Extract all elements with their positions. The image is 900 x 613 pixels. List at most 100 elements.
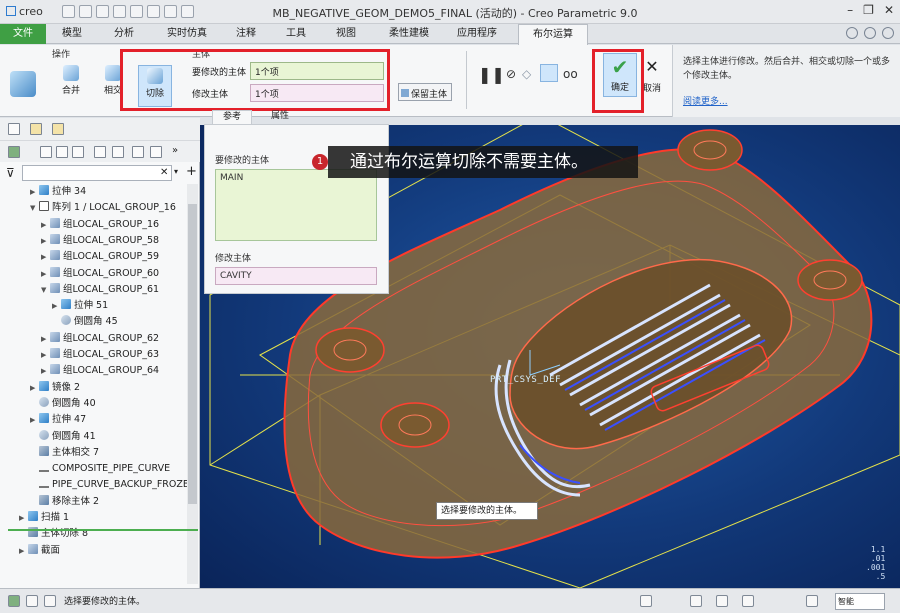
find-icon[interactable] (640, 595, 652, 607)
tab-file[interactable]: 文件 (0, 24, 46, 44)
expand-toggle-icon[interactable]: ▶ (30, 380, 39, 396)
tree-columns-icon[interactable] (72, 146, 84, 158)
tree-item[interactable]: 倒圆角 41 (30, 429, 96, 445)
expand-panel-icon[interactable]: » (172, 146, 184, 158)
close-icon[interactable]: ✕ (884, 3, 894, 17)
expand-toggle-icon[interactable]: ▶ (41, 233, 50, 249)
save-icon[interactable] (96, 5, 109, 18)
insert-here-marker[interactable] (8, 529, 198, 531)
favorites-tab-icon[interactable] (52, 123, 64, 135)
regenerate-icon[interactable] (147, 5, 160, 18)
filter-icon[interactable]: ⊽ (6, 166, 15, 180)
expand-toggle-icon[interactable]: ▶ (41, 217, 50, 233)
tree-item[interactable]: ▶ 组LOCAL_GROUP_16 (41, 217, 159, 233)
tab-applications[interactable]: 应用程序 (450, 24, 504, 44)
browser-toggle-icon[interactable] (26, 595, 38, 607)
expand-toggle-icon[interactable]: ▶ (19, 543, 28, 559)
tab-properties[interactable]: 属性 (260, 110, 300, 124)
expand-toggle-icon[interactable]: ▶ (19, 510, 28, 526)
tree-item[interactable]: ▶ 组LOCAL_GROUP_59 (41, 249, 159, 265)
tree-filter-icon[interactable] (94, 146, 106, 158)
tree-search-input[interactable] (22, 165, 172, 181)
undo-icon[interactable] (113, 5, 126, 18)
body-icon[interactable] (8, 146, 20, 158)
tab-boolean[interactable]: 布尔运算 (518, 24, 588, 45)
collapse-ribbon-icon[interactable] (846, 27, 858, 39)
tree-item[interactable]: ▶ 拉伸 34 (30, 184, 86, 200)
tree-settings-icon[interactable] (112, 146, 124, 158)
glasses-icon[interactable]: oo (563, 67, 578, 81)
tab-view[interactable]: 视图 (328, 24, 364, 44)
model-tree-tab-icon[interactable] (8, 123, 20, 135)
tree-item[interactable]: ▼ 阵列 1 / LOCAL_GROUP_16 (30, 200, 176, 216)
tree-item[interactable]: ▶ 截面 (19, 543, 60, 559)
tree-item[interactable]: ▶ 扫描 1 (19, 510, 69, 526)
tree-item[interactable]: 倒圆角 40 (30, 396, 96, 412)
expand-toggle-icon[interactable]: ▼ (41, 282, 50, 298)
expand-toggle-icon[interactable]: ▶ (30, 412, 39, 428)
expand-toggle-icon[interactable]: ▶ (30, 184, 39, 200)
modifying-body-collector[interactable]: CAVITY (215, 267, 377, 285)
help-icon[interactable] (882, 27, 894, 39)
folder-browser-tab-icon[interactable] (30, 123, 42, 135)
help-read-more-link[interactable]: 阅读更多... (683, 95, 890, 109)
show-icon[interactable] (150, 146, 162, 158)
add-filter-icon[interactable]: + (186, 164, 197, 179)
tree-item[interactable]: COMPOSITE_PIPE_CURVE (30, 461, 170, 477)
new-file-icon[interactable] (62, 5, 75, 18)
tab-live-simulation[interactable]: 实时仿真 (160, 24, 214, 44)
tree-item[interactable]: ▶ 镜像 2 (30, 380, 80, 396)
tree-item[interactable]: 倒圆角 45 (52, 314, 118, 330)
selection-icon[interactable] (690, 595, 702, 607)
tree-item[interactable]: 主体相交 7 (30, 445, 99, 461)
tab-references[interactable]: 参考 (212, 110, 252, 124)
tree-scrollbar-thumb[interactable] (188, 204, 197, 504)
tree-item[interactable]: ▶ 组LOCAL_GROUP_63 (41, 347, 159, 363)
tree-item[interactable]: ▼ 组LOCAL_GROUP_61 (41, 282, 159, 298)
tree-item[interactable]: ▶ 组LOCAL_GROUP_58 (41, 233, 159, 249)
maximize-icon[interactable]: ❐ (863, 3, 874, 17)
merge-button[interactable]: 合并 (56, 65, 86, 96)
tab-tools[interactable]: 工具 (278, 24, 314, 44)
list-view-icon[interactable] (40, 146, 52, 158)
expand-toggle-icon[interactable]: ▶ (41, 347, 50, 363)
preview-icon[interactable]: ◇ (522, 67, 531, 81)
tab-model[interactable]: 模型 (52, 24, 92, 44)
tree-item[interactable]: ▶ 组LOCAL_GROUP_64 (41, 363, 159, 379)
expand-toggle-icon[interactable]: ▼ (30, 200, 39, 216)
expand-toggle-icon[interactable]: ▶ (41, 266, 50, 282)
no-preview-icon[interactable]: ⊘ (506, 67, 516, 81)
tab-annotate[interactable]: 注释 (228, 24, 264, 44)
layers-icon[interactable] (132, 146, 144, 158)
expand-toggle-icon[interactable]: ▶ (52, 298, 61, 314)
tree-item[interactable]: ▶ 拉伸 51 (52, 298, 108, 314)
message-log-icon[interactable] (44, 595, 56, 607)
open-file-icon[interactable] (79, 5, 92, 18)
tree-scrollbar[interactable] (187, 184, 198, 584)
detail-view-icon[interactable] (56, 146, 68, 158)
settings-icon[interactable] (864, 27, 876, 39)
selection-filter-dropdown[interactable]: 智能 (835, 593, 885, 610)
tree-item[interactable]: ▶ 组LOCAL_GROUP_62 (41, 331, 159, 347)
redo-icon[interactable] (130, 5, 143, 18)
tree-item[interactable]: ▶ 组LOCAL_GROUP_60 (41, 266, 159, 282)
close-window-icon[interactable] (181, 5, 194, 18)
tree-item[interactable]: PIPE_CURVE_BACKUP_FROZEN (30, 477, 196, 493)
body-to-modify-collector[interactable]: MAIN (215, 169, 377, 241)
keep-body-button[interactable]: 保留主体 (398, 83, 452, 101)
search-dropdown-icon[interactable]: ▾ (174, 167, 178, 176)
model-tree-toggle-icon[interactable] (8, 595, 20, 607)
tree-item[interactable]: 移除主体 2 (30, 494, 99, 510)
tree-item[interactable]: ▶ 拉伸 47 (30, 412, 86, 428)
pause-icon[interactable]: ❚❚ (478, 65, 505, 84)
tab-analysis[interactable]: 分析 (104, 24, 144, 44)
expand-toggle-icon[interactable]: ▶ (41, 249, 50, 265)
minimize-icon[interactable]: – (847, 3, 853, 17)
expand-toggle-icon[interactable]: ▶ (41, 331, 50, 347)
expand-toggle-icon[interactable]: ▶ (41, 363, 50, 379)
regen-status-icon[interactable] (806, 595, 818, 607)
verify-mode-icon[interactable] (540, 64, 558, 82)
search-clear-icon[interactable]: ✕ (160, 167, 168, 178)
windows-icon[interactable] (164, 5, 177, 18)
status-icon-a[interactable] (716, 595, 728, 607)
